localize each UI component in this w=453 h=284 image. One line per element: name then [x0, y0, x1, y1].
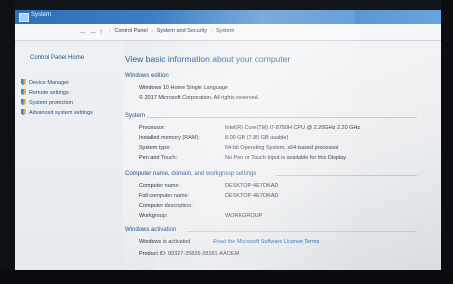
breadcrumb-control-panel[interactable]: Control Panel [114, 28, 147, 34]
sidebar-item-label: Device Manager [29, 80, 70, 86]
screen: System ← → ↑ › Control Panel › System an… [15, 10, 441, 270]
sidebar-item-system-protection[interactable]: System protection [21, 99, 73, 106]
system-type-label: System type: [139, 145, 171, 151]
product-id: Product ID: 00327-35826-38281-AAOEM [139, 251, 240, 257]
memory-label: Installed memory (RAM): [139, 135, 200, 141]
page-title: View basic information about your comput… [125, 54, 291, 64]
address-bar[interactable]: ← → ↑ › Control Panel › System and Secur… [15, 24, 441, 41]
pen-touch-value: No Pen or Touch Input is available for t… [225, 155, 346, 161]
system-type-value: 64-bit Operating System, x64-based proce… [225, 145, 339, 151]
processor-value: Intel(R) Core(TM) i7-8750H CPU @ 2.20GHz… [225, 125, 361, 131]
license-terms-link[interactable]: Read the Microsoft Software License Term… [213, 239, 319, 245]
up-arrow-icon[interactable]: ↑ [99, 27, 103, 36]
back-arrow-icon[interactable]: ← [79, 27, 87, 36]
computer-name-label: Computer name: [139, 183, 180, 189]
computer-description-label: Computer description: [139, 203, 193, 209]
workgroup-label: Workgroup: [139, 213, 168, 219]
section-windows-edition: Windows edition [125, 73, 169, 79]
monitor-bezel-right [441, 0, 453, 284]
edition-copyright: © 2017 Microsoft Corporation. All rights… [139, 95, 260, 101]
activation-status: Windows is activated [139, 239, 191, 245]
sidebar-item-label: Advanced system settings [29, 110, 93, 116]
workgroup-value: WORKGROUP [225, 213, 263, 219]
monitor-bezel-bottom [0, 270, 453, 284]
main-content: View basic information about your comput… [125, 41, 441, 270]
breadcrumb-system-and-security[interactable]: System and Security [157, 28, 207, 34]
divider [275, 175, 417, 176]
section-system: System [125, 113, 146, 119]
section-computer-name: Computer name, domain, and workgroup set… [125, 171, 257, 177]
section-windows-activation: Windows activation [125, 227, 177, 233]
pen-touch-label: Pen and Touch: [139, 155, 178, 161]
edition-name: Windows 10 Home Single Language [139, 85, 228, 91]
sidebar-item-advanced-system-settings[interactable]: Advanced system settings [21, 109, 93, 116]
sidebar-item-remote-settings[interactable]: Remote settings [21, 89, 69, 96]
window-titlebar[interactable]: System [15, 10, 441, 24]
breadcrumb: › Control Panel › System and Security › … [109, 28, 235, 34]
shield-icon [21, 89, 26, 95]
full-computer-name-label: Full computer name: [139, 193, 190, 199]
monitor-bezel-left [0, 0, 15, 284]
processor-label: Processor: [139, 125, 166, 131]
sidebar-control-panel-home[interactable]: Control Panel Home [30, 55, 84, 61]
shield-icon [21, 109, 26, 115]
computer-name-value: DESKTOP-4E7OKAD [225, 183, 279, 189]
sidebar-item-device-manager[interactable]: Device Manager [21, 79, 69, 86]
forward-arrow-icon[interactable]: → [89, 27, 97, 36]
system-window-icon [19, 13, 29, 22]
memory-value: 8.00 GB (7.85 GB usable) [225, 135, 289, 141]
monitor-bezel-top [0, 0, 453, 10]
breadcrumb-system[interactable]: System [216, 28, 234, 34]
sidebar-item-label: System protection [29, 100, 74, 106]
divider [187, 231, 417, 232]
window-title: System [31, 12, 52, 18]
sidebar-item-label: Remote settings [29, 90, 69, 96]
divider [147, 117, 417, 118]
full-computer-name-value: DESKTOP-4E7OKAD [225, 193, 279, 199]
shield-icon [21, 99, 26, 105]
sidebar: Control Panel Home Device Manager Remote… [15, 41, 123, 270]
shield-icon [21, 79, 26, 85]
